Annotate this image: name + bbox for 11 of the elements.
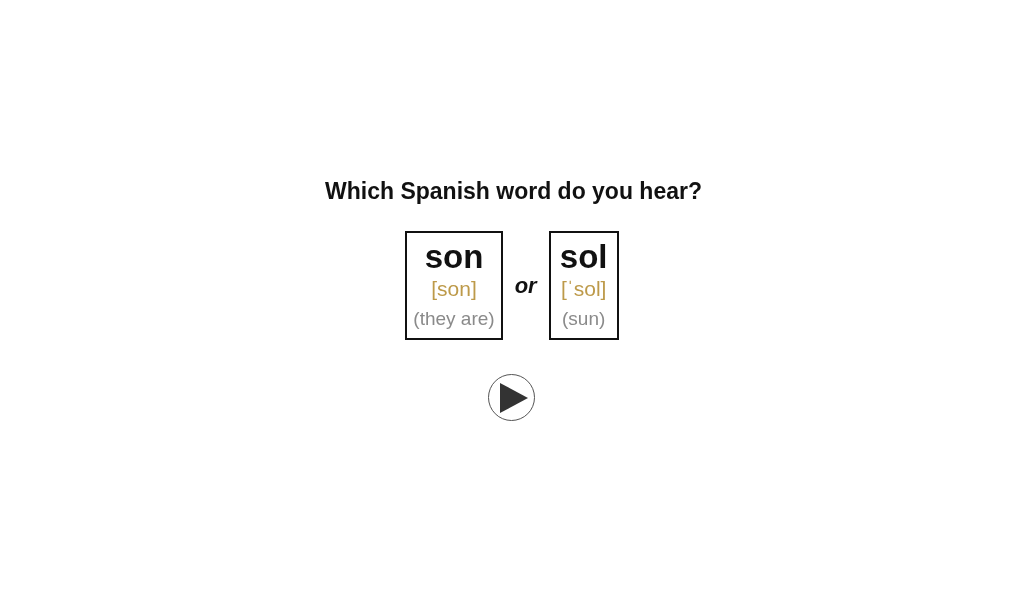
pronunciation-text: [son] — [431, 277, 477, 302]
word-text: sol — [559, 239, 608, 276]
word-text: son — [424, 239, 484, 276]
play-icon — [498, 381, 529, 414]
meaning-text: (sun) — [562, 308, 606, 331]
meaning-text: (they are) — [413, 308, 495, 331]
question-text: Which Spanish word do you hear? — [324, 178, 702, 205]
or-label: or — [514, 272, 537, 299]
word-card[interactable]: son [son] (they are) — [405, 231, 503, 341]
word-card[interactable]: sol [ˈsol] (sun) — [548, 231, 619, 341]
pronunciation-text: [ˈsol] — [560, 277, 607, 302]
